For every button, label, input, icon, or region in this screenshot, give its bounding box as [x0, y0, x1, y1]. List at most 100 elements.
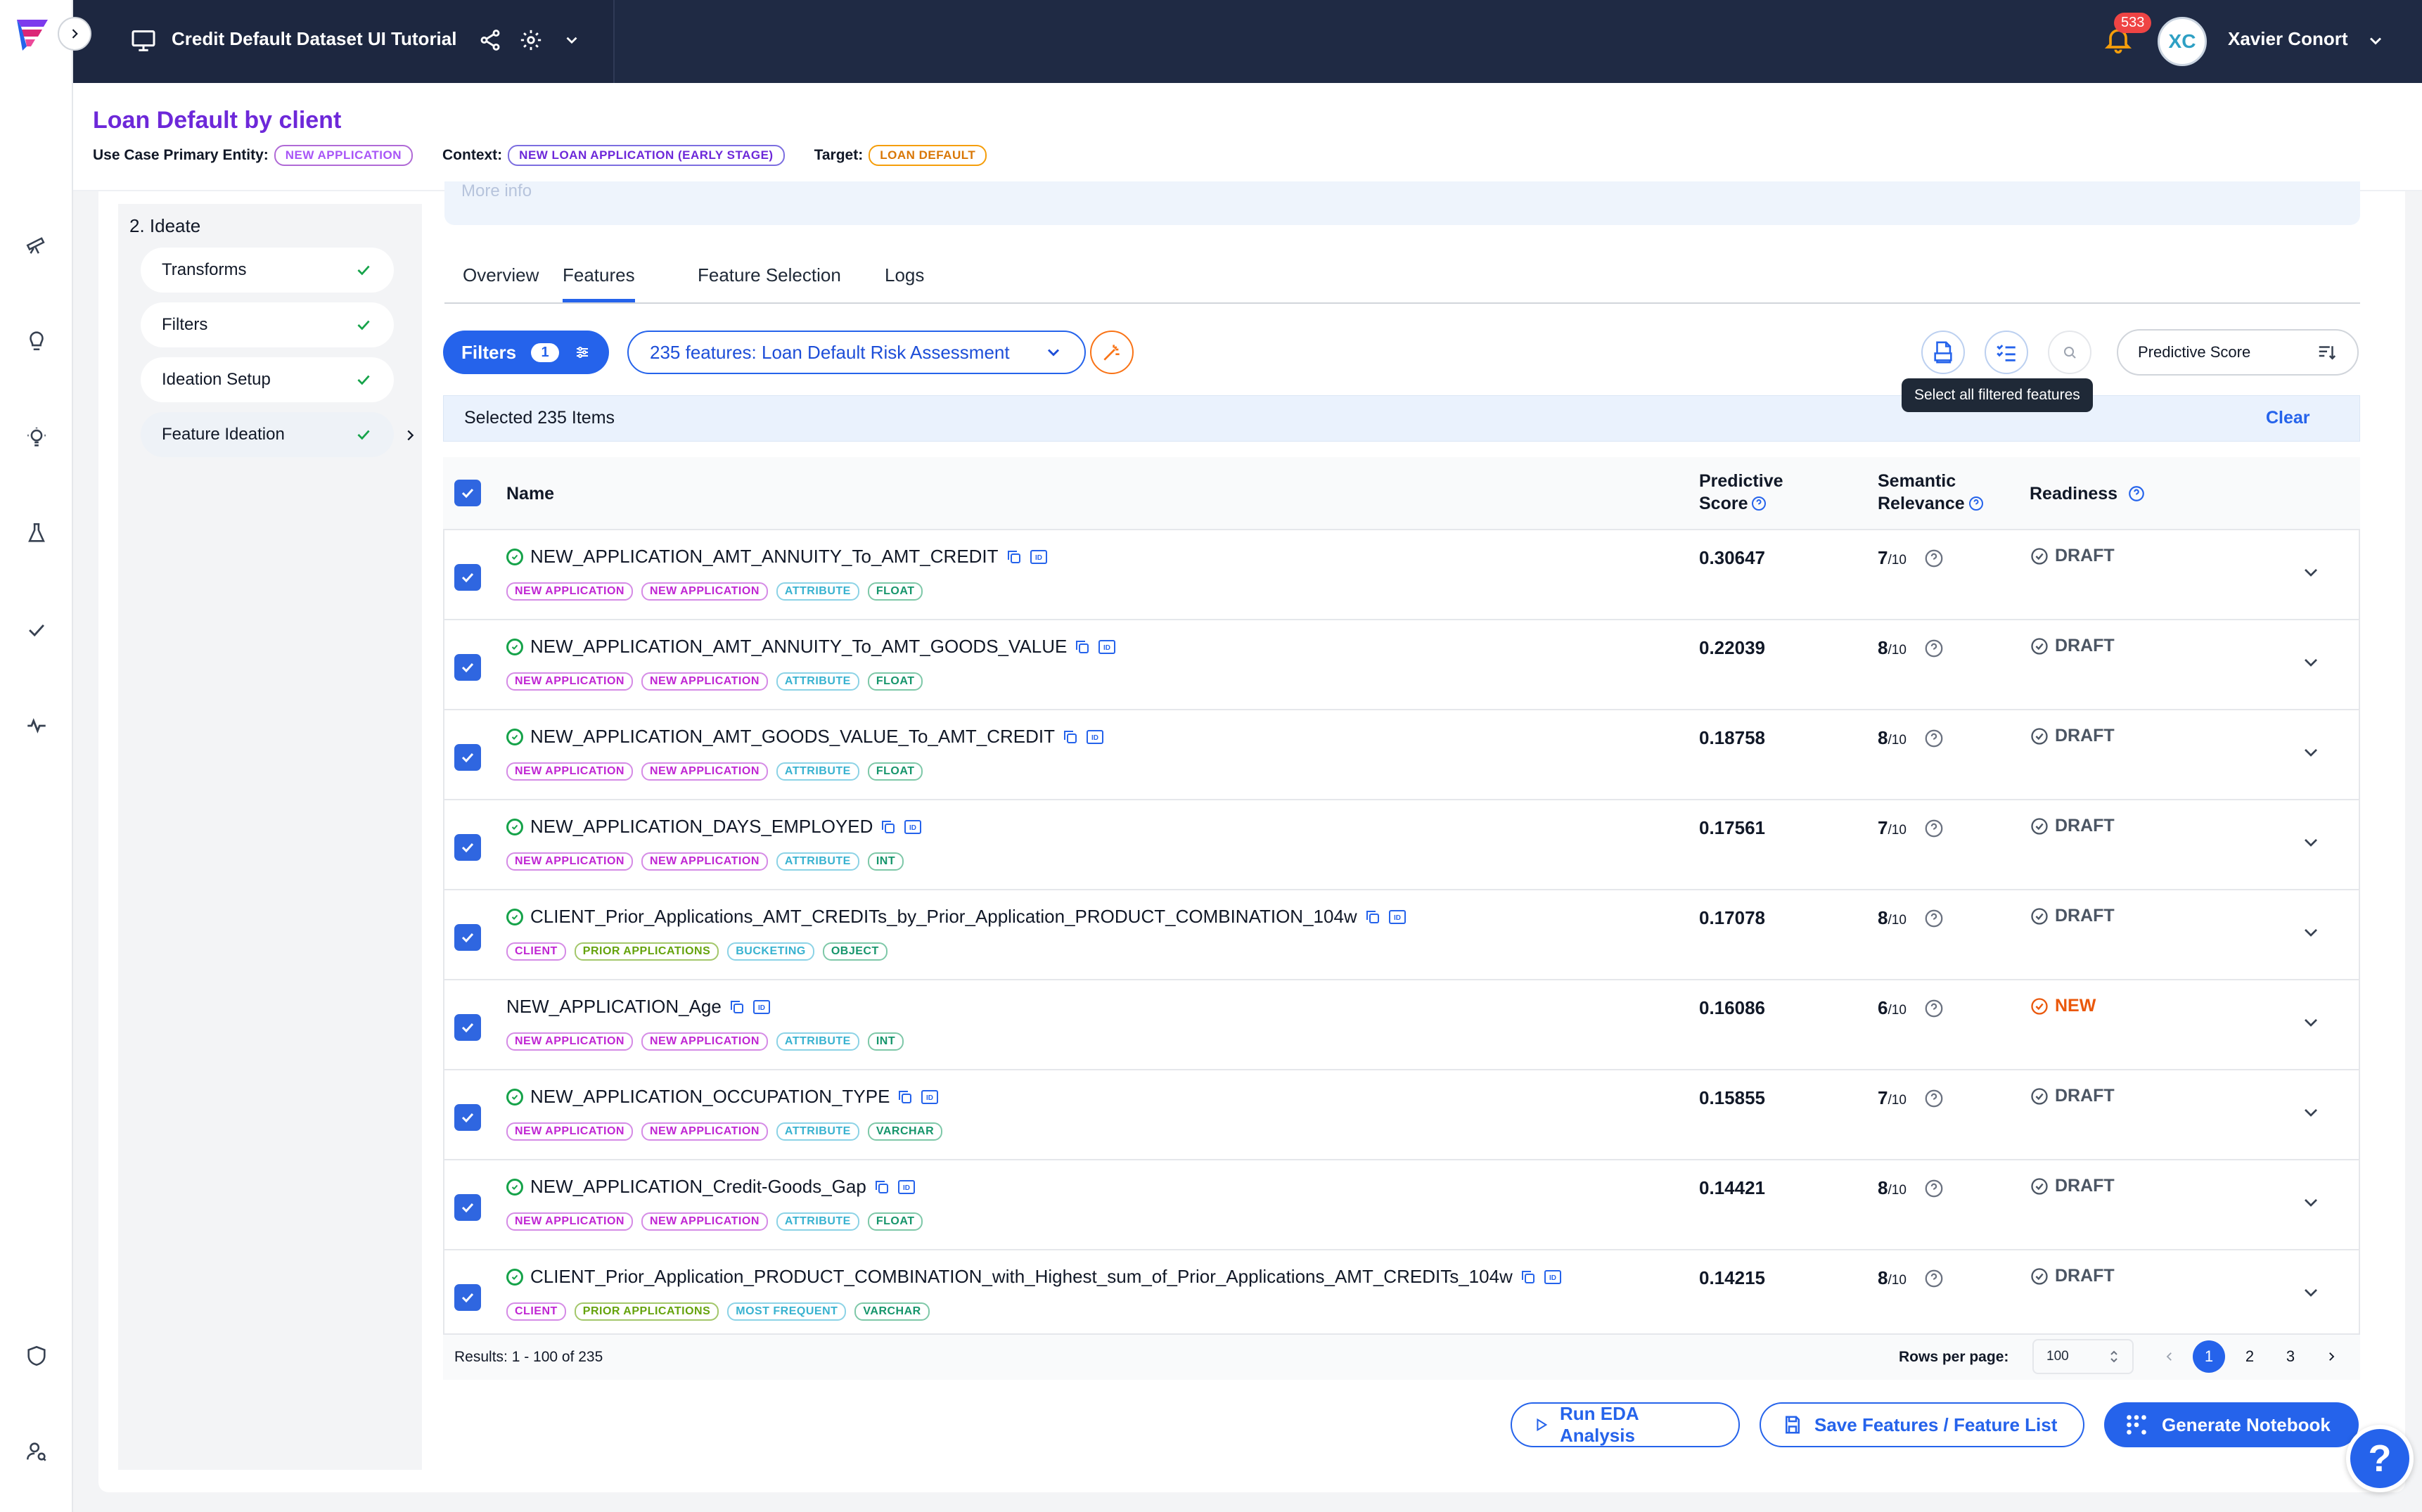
page-button-1[interactable]: 1	[2193, 1340, 2225, 1373]
column-readiness[interactable]: Readiness	[2030, 482, 2146, 505]
copy-icon[interactable]	[873, 1179, 890, 1196]
table-row[interactable]: NEW_APPLICATION_DAYS_EMPLOYED ID NEW APP…	[443, 800, 2360, 890]
table-row[interactable]: CLIENT_Prior_Application_PRODUCT_COMBINA…	[443, 1250, 2360, 1340]
tab-feature-selection[interactable]: Feature Selection	[698, 264, 841, 299]
row-checkbox[interactable]	[454, 1284, 481, 1311]
chevron-down-icon[interactable]	[563, 31, 581, 49]
row-checkbox[interactable]	[454, 1014, 481, 1041]
more-info-link[interactable]: More info	[461, 181, 532, 201]
row-checkbox[interactable]	[454, 564, 481, 591]
rows-per-page-select[interactable]: 100	[2032, 1339, 2134, 1374]
feature-name[interactable]: NEW_APPLICATION_Credit-Goods_Gap	[530, 1176, 866, 1198]
tab-overview[interactable]: Overview	[463, 264, 539, 299]
copy-icon[interactable]	[1062, 729, 1079, 745]
feature-name[interactable]: NEW_APPLICATION_AMT_ANNUITY_To_AMT_CREDI…	[530, 546, 999, 568]
table-row[interactable]: NEW_APPLICATION_OCCUPATION_TYPE ID NEW A…	[443, 1070, 2360, 1160]
expand-sidebar-button[interactable]	[58, 17, 91, 51]
chevron-down-icon[interactable]	[2300, 1191, 2322, 1214]
activity-icon[interactable]	[20, 709, 53, 743]
chevron-down-icon[interactable]	[2300, 921, 2322, 944]
feature-name[interactable]: NEW_APPLICATION_OCCUPATION_TYPE	[530, 1086, 890, 1108]
select-all-checkbox[interactable]	[454, 480, 481, 506]
user-name[interactable]: Xavier Conort	[2228, 28, 2348, 50]
id-icon[interactable]: ID	[897, 1179, 916, 1196]
help-circle-icon[interactable]	[1923, 908, 1944, 929]
chevron-down-icon[interactable]	[2300, 561, 2322, 584]
avatar[interactable]: XC	[2158, 17, 2207, 66]
chevron-down-icon[interactable]	[2300, 651, 2322, 674]
help-circle-icon[interactable]	[1923, 1268, 1944, 1289]
run-eda-button[interactable]: Run EDA Analysis	[1511, 1402, 1740, 1447]
prev-page-button[interactable]	[2153, 1340, 2186, 1373]
table-row[interactable]: NEW_APPLICATION_AMT_ANNUITY_To_AMT_CREDI…	[443, 530, 2360, 620]
copy-icon[interactable]	[1364, 909, 1381, 925]
copy-icon[interactable]	[1520, 1269, 1537, 1286]
feature-name[interactable]: NEW_APPLICATION_Age	[506, 996, 722, 1018]
feature-name[interactable]: NEW_APPLICATION_DAYS_EMPLOYED	[530, 816, 873, 838]
export-csv-button[interactable]	[1921, 331, 1965, 374]
use-case-title[interactable]: Loan Default by client	[93, 107, 341, 134]
row-checkbox[interactable]	[454, 654, 481, 681]
step-filters[interactable]: Filters	[141, 302, 394, 347]
row-checkbox[interactable]	[454, 744, 481, 771]
help-circle-icon[interactable]	[2127, 485, 2146, 503]
step-ideation-setup[interactable]: Ideation Setup	[141, 357, 394, 402]
user-search-icon[interactable]	[20, 1435, 53, 1468]
flask-icon[interactable]	[20, 516, 53, 550]
row-checkbox[interactable]	[454, 924, 481, 951]
generate-notebook-button[interactable]: Generate Notebook	[2104, 1402, 2359, 1447]
column-semantic-relevance[interactable]: Semantic Relevance	[1878, 470, 1985, 515]
share-icon[interactable]	[478, 28, 502, 52]
copy-icon[interactable]	[1006, 549, 1023, 565]
help-circle-icon[interactable]	[1923, 638, 1944, 659]
chevron-right-icon[interactable]	[402, 428, 418, 443]
next-page-button[interactable]	[2315, 1340, 2347, 1373]
help-circle-icon[interactable]	[1750, 495, 1767, 512]
chevron-down-icon[interactable]	[2300, 741, 2322, 764]
row-checkbox[interactable]	[454, 1104, 481, 1131]
help-button[interactable]: ?	[2346, 1425, 2414, 1492]
table-row[interactable]: NEW_APPLICATION_AMT_ANNUITY_To_AMT_GOODS…	[443, 620, 2360, 710]
help-circle-icon[interactable]	[1968, 495, 1985, 512]
id-icon[interactable]: ID	[1544, 1269, 1562, 1286]
filters-button[interactable]: Filters 1	[443, 331, 609, 374]
shield-icon[interactable]	[20, 1339, 53, 1373]
tab-features[interactable]: Features	[563, 264, 635, 302]
help-circle-icon[interactable]	[1923, 1088, 1944, 1109]
check-icon[interactable]	[20, 613, 53, 647]
help-circle-icon[interactable]	[1923, 548, 1944, 569]
id-icon[interactable]: ID	[752, 999, 771, 1016]
save-features-button[interactable]: Save Features / Feature List	[1760, 1402, 2084, 1447]
id-icon[interactable]: ID	[1086, 729, 1104, 745]
feature-list-select[interactable]: 235 features: Loan Default Risk Assessme…	[627, 331, 1086, 374]
id-icon[interactable]: ID	[1388, 909, 1407, 925]
table-row[interactable]: NEW_APPLICATION_Credit-Goods_Gap ID NEW …	[443, 1160, 2360, 1250]
chevron-down-icon[interactable]	[2300, 831, 2322, 854]
table-row[interactable]: NEW_APPLICATION_Age ID NEW APPLICATION NE…	[443, 980, 2360, 1070]
help-circle-icon[interactable]	[1923, 998, 1944, 1019]
id-icon[interactable]: ID	[921, 1089, 939, 1106]
chevron-down-icon[interactable]	[2300, 1011, 2322, 1034]
chevron-down-icon[interactable]	[2300, 1101, 2322, 1124]
feature-name[interactable]: NEW_APPLICATION_AMT_GOODS_VALUE_To_AMT_C…	[530, 726, 1055, 748]
id-icon[interactable]: ID	[1098, 639, 1116, 655]
app-logo-icon[interactable]	[13, 15, 55, 55]
sort-select[interactable]: Predictive Score	[2117, 329, 2359, 376]
step-transforms[interactable]: Transforms	[141, 248, 394, 293]
copy-icon[interactable]	[897, 1089, 914, 1106]
feature-name[interactable]: CLIENT_Prior_Application_PRODUCT_COMBINA…	[530, 1266, 1513, 1288]
clear-selection-button[interactable]: Clear	[2266, 408, 2310, 428]
search-button[interactable]	[2048, 331, 2091, 374]
row-checkbox[interactable]	[454, 834, 481, 861]
table-row[interactable]: CLIENT_Prior_Applications_AMT_CREDITs_by…	[443, 890, 2360, 980]
help-circle-icon[interactable]	[1923, 818, 1944, 839]
row-checkbox[interactable]	[454, 1194, 481, 1221]
id-icon[interactable]: ID	[1030, 549, 1048, 565]
copy-icon[interactable]	[1074, 639, 1091, 655]
column-name[interactable]: Name	[506, 482, 554, 505]
page-button-2[interactable]: 2	[2234, 1340, 2266, 1373]
copy-icon[interactable]	[880, 819, 897, 835]
help-circle-icon[interactable]	[1923, 1178, 1944, 1199]
step-feature-ideation[interactable]: Feature Ideation	[141, 412, 394, 457]
lightbulb-icon[interactable]	[20, 421, 53, 454]
